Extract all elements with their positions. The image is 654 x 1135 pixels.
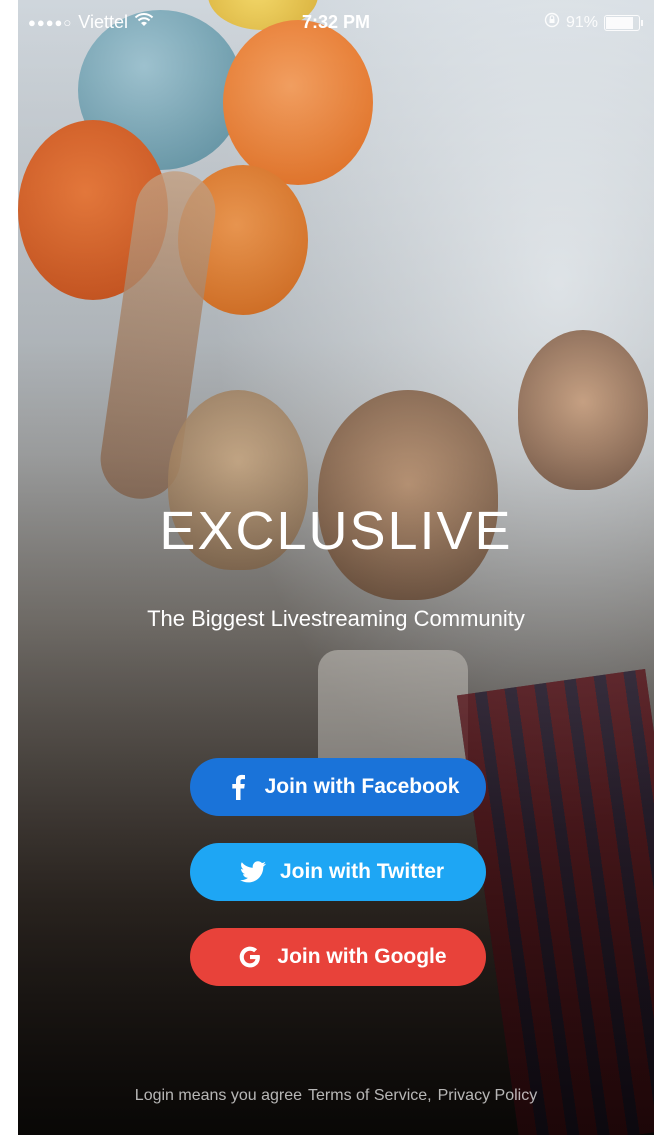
legal-footer: Login means you agree Terms of Service, … <box>18 1087 654 1105</box>
join-twitter-label: Join with Twitter <box>279 860 445 883</box>
legal-prefix: Login means you agree <box>134 1087 303 1104</box>
privacy-policy-link[interactable]: Privacy Policy <box>438 1087 538 1105</box>
orientation-lock-icon <box>544 12 560 33</box>
app-tagline: The Biggest Livestreaming Community <box>147 606 525 631</box>
join-google-button[interactable]: Join with Google <box>190 928 486 986</box>
join-facebook-label: Join with Facebook <box>264 775 460 798</box>
facebook-icon <box>225 774 251 800</box>
google-icon <box>237 944 263 970</box>
twitter-icon <box>239 859 266 885</box>
login-screen: ●●●●○ Viettel 7:32 PM 91% EXCLUSLIVE The… <box>18 0 654 1135</box>
terms-of-service-link[interactable]: Terms of Service, <box>308 1087 432 1105</box>
app-logo-text: EXCLUSLIVE <box>159 501 513 561</box>
join-google-label: Join with Google <box>277 945 447 968</box>
join-facebook-button[interactable]: Join with Facebook <box>190 758 486 816</box>
battery-percent: 91% <box>565 13 598 31</box>
status-bar: ●●●●○ Viettel 7:32 PM 91% <box>18 0 654 40</box>
join-twitter-button[interactable]: Join with Twitter <box>190 843 486 901</box>
battery-icon <box>604 14 643 31</box>
